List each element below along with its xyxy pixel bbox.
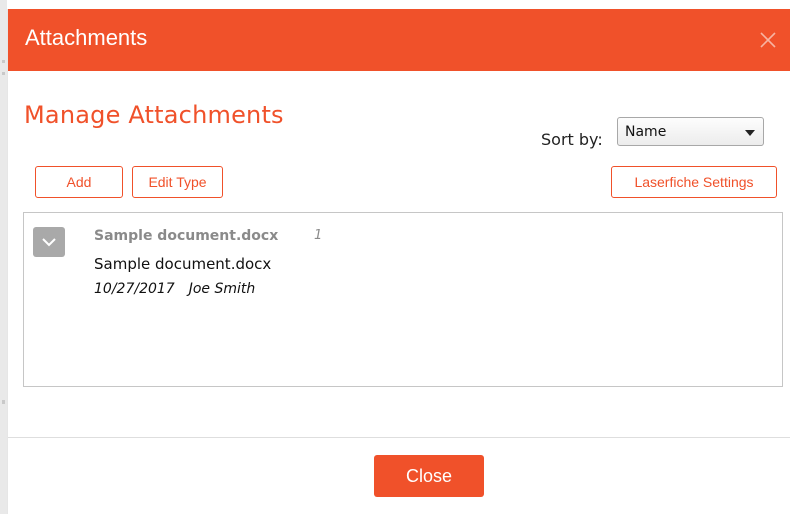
dialog-title: Attachments xyxy=(25,25,148,50)
background-mark xyxy=(2,72,5,75)
close-icon[interactable] xyxy=(759,31,777,49)
attachment-count: 1 xyxy=(314,228,323,243)
chevron-down-icon xyxy=(42,238,56,247)
attachment-author: Joe Smith xyxy=(188,281,256,297)
sort-select[interactable]: Name xyxy=(617,117,764,146)
sort-label: Sort by: xyxy=(541,130,603,149)
attachment-title[interactable]: Sample document.docx xyxy=(94,228,278,244)
attachments-list: Sample document.docx 1 Sample document.d… xyxy=(23,212,783,387)
background-mark xyxy=(2,400,5,404)
attachment-date: 10/27/2017 xyxy=(94,281,175,297)
background-page-strip xyxy=(0,0,7,514)
laserfiche-settings-button[interactable]: Laserfiche Settings xyxy=(611,166,777,198)
expand-toggle[interactable] xyxy=(33,227,65,257)
attachments-dialog: Attachments Manage Attachments Sort by: … xyxy=(7,9,790,514)
dialog-titlebar: Attachments xyxy=(8,9,790,71)
attachment-name: Sample document.docx xyxy=(94,255,272,273)
sort-selected-value: Name xyxy=(625,124,667,140)
page-title: Manage Attachments xyxy=(24,101,284,129)
close-button[interactable]: Close xyxy=(374,455,484,497)
caret-down-icon xyxy=(745,130,755,136)
close-icon-glyph xyxy=(760,32,776,48)
attachment-meta: 10/27/2017 Joe Smith xyxy=(94,281,269,297)
background-mark xyxy=(2,60,5,63)
edit-type-button[interactable]: Edit Type xyxy=(132,166,223,198)
footer-divider xyxy=(8,437,790,438)
add-button[interactable]: Add xyxy=(35,166,123,198)
